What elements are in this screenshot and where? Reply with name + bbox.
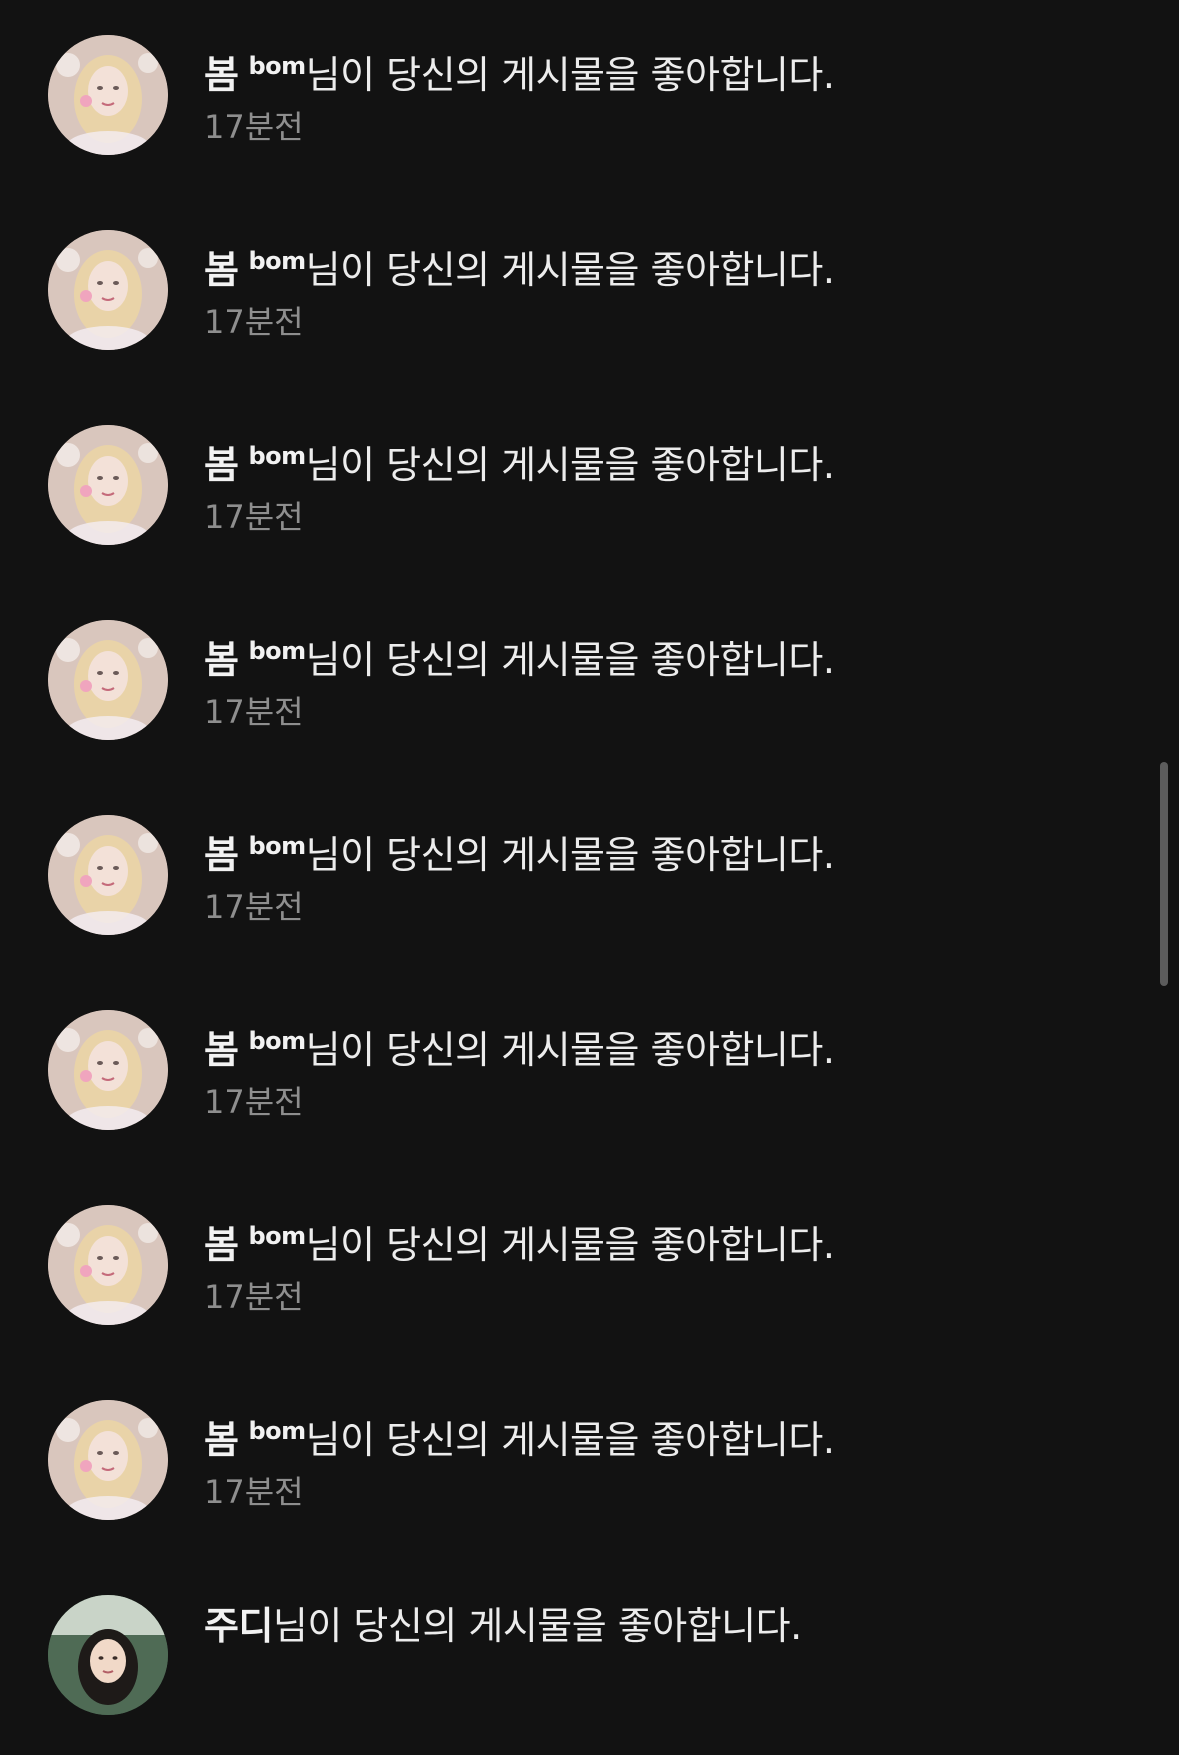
- avatar[interactable]: [48, 815, 168, 935]
- notification-message: 님이 당신의 게시물을 좋아합니다.: [305, 443, 835, 487]
- avatar[interactable]: [48, 35, 168, 155]
- notification-list: 봄 bom님이 당신의 게시물을 좋아합니다. 17분전 봄 bom님이 당신의 게…: [0, 0, 1179, 1715]
- notification-item[interactable]: 봄 bom님이 당신의 게시물을 좋아합니다. 17분전: [0, 1365, 1179, 1560]
- username[interactable]: 봄: [204, 248, 239, 292]
- username[interactable]: 봄: [204, 638, 239, 682]
- notification-message-line: 봄 bom님이 당신의 게시물을 좋아합니다.: [204, 1015, 835, 1076]
- avatar[interactable]: [48, 230, 168, 350]
- notification-message: 님이 당신의 게시물을 좋아합니다.: [305, 1223, 835, 1267]
- avatar-blonde-woman-icon: [48, 1205, 168, 1325]
- notification-text: 봄 bom님이 당신의 게시물을 좋아합니다. 17분전: [204, 820, 835, 927]
- notification-message-line: 봄 bom님이 당신의 게시물을 좋아합니다.: [204, 1210, 835, 1271]
- notification-message-line: 봄 bom님이 당신의 게시물을 좋아합니다.: [204, 625, 835, 686]
- username-subscript: bom: [248, 637, 306, 665]
- notification-item[interactable]: 봄 bom님이 당신의 게시물을 좋아합니다. 17분전: [0, 975, 1179, 1170]
- notification-message-line: 봄 bom님이 당신의 게시물을 좋아합니다.: [204, 235, 835, 296]
- notification-text: 봄 bom님이 당신의 게시물을 좋아합니다. 17분전: [204, 1015, 835, 1122]
- notification-message: 님이 당신의 게시물을 좋아합니다.: [305, 1028, 835, 1072]
- notification-message: 님이 당신의 게시물을 좋아합니다.: [305, 248, 835, 292]
- notification-time: 17분전: [204, 303, 304, 341]
- notification-item[interactable]: 봄 bom님이 당신의 게시물을 좋아합니다. 17분전: [0, 195, 1179, 390]
- notification-text: 봄 bom님이 당신의 게시물을 좋아합니다. 17분전: [204, 625, 835, 732]
- notification-time: 17분전: [204, 1473, 304, 1511]
- avatar-blonde-woman-icon: [48, 1010, 168, 1130]
- notification-message: 님이 당신의 게시물을 좋아합니다.: [272, 1604, 802, 1648]
- notification-message-line: 봄 bom님이 당신의 게시물을 좋아합니다.: [204, 820, 835, 881]
- notification-time: 17분전: [204, 1278, 304, 1316]
- avatar-blonde-woman-icon: [48, 230, 168, 350]
- notification-text: 봄 bom님이 당신의 게시물을 좋아합니다. 17분전: [204, 40, 835, 147]
- avatar-blonde-woman-icon: [48, 1400, 168, 1520]
- notification-text: 주디님이 당신의 게시물을 좋아합니다.: [204, 1600, 802, 1652]
- username-subscript: bom: [248, 832, 306, 860]
- notification-time: 17분전: [204, 693, 304, 731]
- avatar-blonde-woman-icon: [48, 425, 168, 545]
- username-subscript: bom: [248, 1417, 306, 1445]
- notification-text: 봄 bom님이 당신의 게시물을 좋아합니다. 17분전: [204, 1405, 835, 1512]
- username-subscript: bom: [248, 1027, 306, 1055]
- notification-message-line: 봄 bom님이 당신의 게시물을 좋아합니다.: [204, 430, 835, 491]
- notification-time: 17분전: [204, 498, 304, 536]
- avatar-dark-hair-woman-icon: [48, 1595, 168, 1715]
- notification-item[interactable]: 봄 bom님이 당신의 게시물을 좋아합니다. 17분전: [0, 0, 1179, 195]
- notification-item[interactable]: 봄 bom님이 당신의 게시물을 좋아합니다. 17분전: [0, 585, 1179, 780]
- notification-time: 17분전: [204, 1083, 304, 1121]
- username[interactable]: 봄: [204, 833, 239, 877]
- notification-message-line: 봄 bom님이 당신의 게시물을 좋아합니다.: [204, 40, 835, 101]
- username[interactable]: 봄: [204, 53, 239, 97]
- notification-time: 17분전: [204, 888, 304, 926]
- notification-message-line: 주디님이 당신의 게시물을 좋아합니다.: [204, 1600, 802, 1652]
- avatar[interactable]: [48, 1010, 168, 1130]
- avatar[interactable]: [48, 620, 168, 740]
- username-subscript: bom: [248, 442, 306, 470]
- notification-item[interactable]: 봄 bom님이 당신의 게시물을 좋아합니다. 17분전: [0, 1170, 1179, 1365]
- avatar[interactable]: [48, 1595, 168, 1715]
- username-subscript: bom: [248, 52, 306, 80]
- scrollbar[interactable]: [1160, 762, 1168, 986]
- notification-message-line: 봄 bom님이 당신의 게시물을 좋아합니다.: [204, 1405, 835, 1466]
- avatar-blonde-woman-icon: [48, 620, 168, 740]
- username-subscript: bom: [248, 247, 306, 275]
- username[interactable]: 봄: [204, 1223, 239, 1267]
- notification-item[interactable]: 봄 bom님이 당신의 게시물을 좋아합니다. 17분전: [0, 390, 1179, 585]
- username[interactable]: 봄: [204, 443, 239, 487]
- avatar-blonde-woman-icon: [48, 815, 168, 935]
- notification-message: 님이 당신의 게시물을 좋아합니다.: [305, 638, 835, 682]
- notification-message: 님이 당신의 게시물을 좋아합니다.: [305, 833, 835, 877]
- username[interactable]: 주디: [204, 1604, 273, 1648]
- notification-item[interactable]: 봄 bom님이 당신의 게시물을 좋아합니다. 17분전: [0, 780, 1179, 975]
- notification-text: 봄 bom님이 당신의 게시물을 좋아합니다. 17분전: [204, 235, 835, 342]
- username[interactable]: 봄: [204, 1028, 239, 1072]
- notification-time: 17분전: [204, 108, 304, 146]
- avatar[interactable]: [48, 425, 168, 545]
- avatar[interactable]: [48, 1205, 168, 1325]
- username-subscript: bom: [248, 1222, 306, 1250]
- notification-text: 봄 bom님이 당신의 게시물을 좋아합니다. 17분전: [204, 1210, 835, 1317]
- username[interactable]: 봄: [204, 1418, 239, 1462]
- avatar[interactable]: [48, 1400, 168, 1520]
- avatar-blonde-woman-icon: [48, 35, 168, 155]
- notification-message: 님이 당신의 게시물을 좋아합니다.: [305, 53, 835, 97]
- notification-text: 봄 bom님이 당신의 게시물을 좋아합니다. 17분전: [204, 430, 835, 537]
- notification-message: 님이 당신의 게시물을 좋아합니다.: [305, 1418, 835, 1462]
